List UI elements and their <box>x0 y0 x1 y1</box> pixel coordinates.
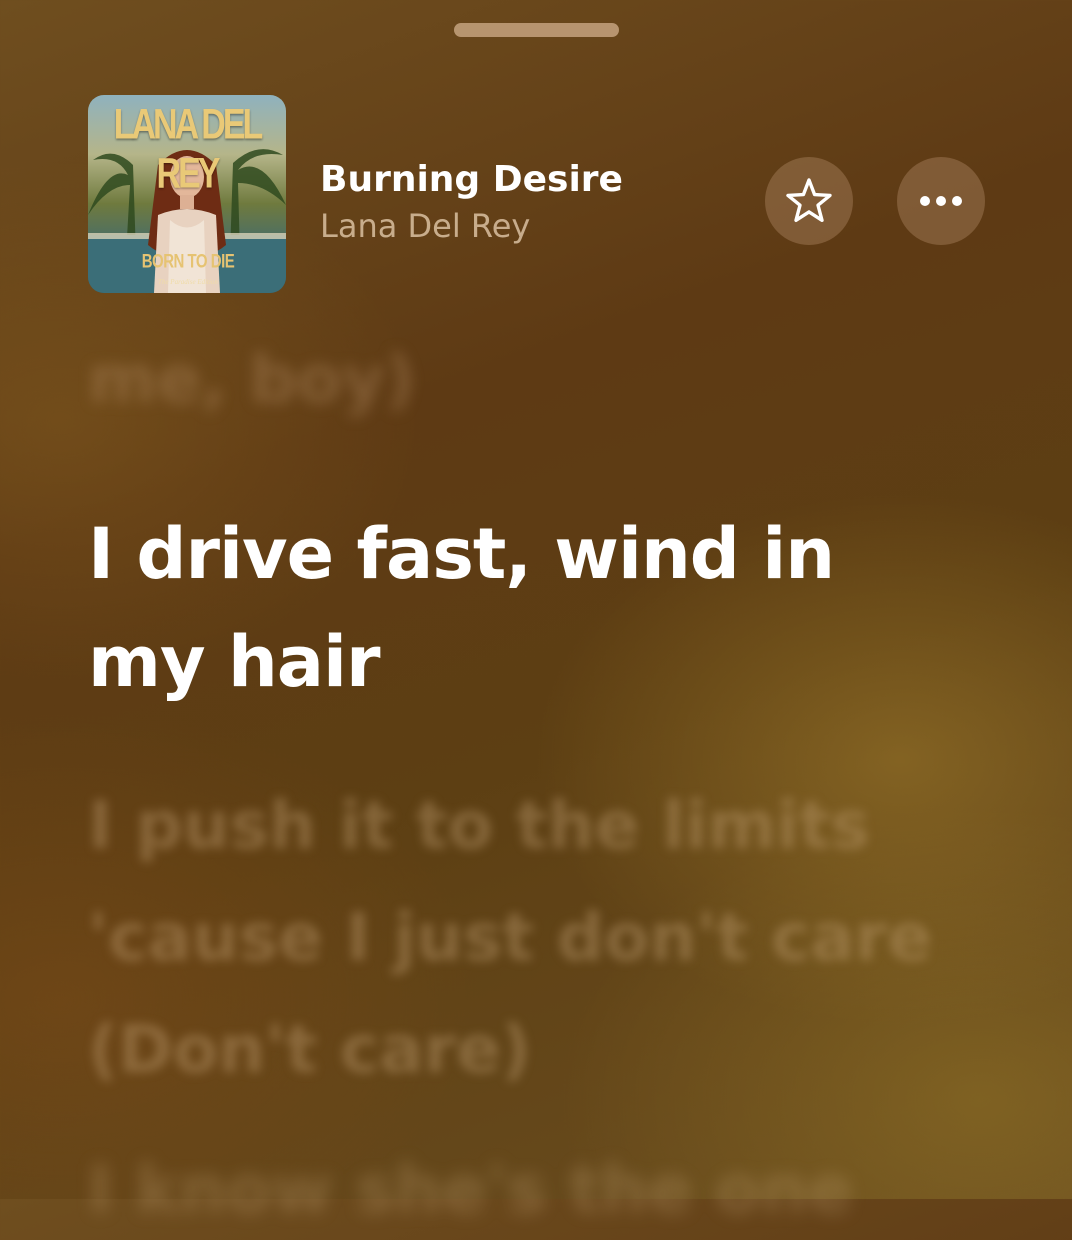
album-artwork[interactable]: LANA DEL REY BORN TO DIE The Paradise Ed… <box>88 95 286 293</box>
star-outline-icon <box>786 178 832 222</box>
song-title[interactable]: Burning Desire <box>320 159 623 200</box>
sheet-grabber[interactable] <box>454 23 619 37</box>
song-artist[interactable]: Lana Del Rey <box>320 207 530 245</box>
artwork-title-text: LANA DEL REY <box>113 101 264 198</box>
lyric-line-previous[interactable]: me, boy) <box>88 330 415 430</box>
artwork-edition-text: The Paradise Edition <box>158 278 218 286</box>
lyric-line-next[interactable]: I push it to the limits 'cause I just do… <box>88 770 948 1106</box>
artwork-subtitle-text: BORN TO DIE <box>141 250 235 273</box>
favorite-button[interactable] <box>765 157 853 245</box>
lyric-line-active[interactable]: I drive fast, wind in my hair <box>88 500 948 716</box>
more-options-button[interactable] <box>897 157 985 245</box>
lyric-line-upcoming[interactable]: I know she's the one <box>88 1140 853 1240</box>
ellipsis-icon <box>920 196 962 206</box>
now-playing-header: LANA DEL REY BORN TO DIE The Paradise Ed… <box>88 95 988 293</box>
